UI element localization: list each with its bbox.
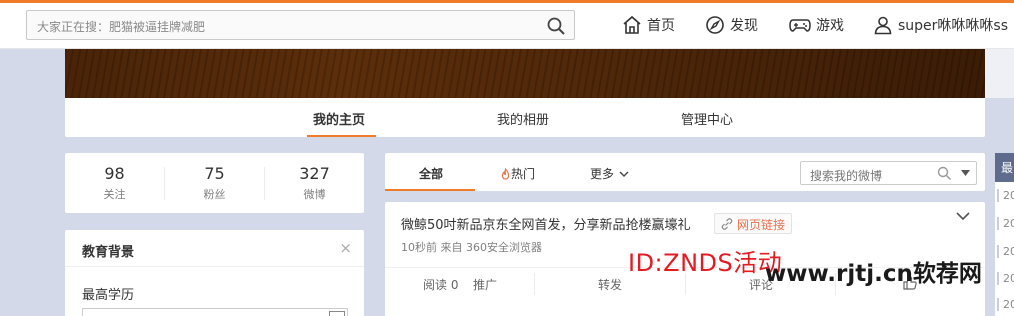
watermark-id: ID:ZNDS活动 bbox=[628, 249, 783, 277]
user-icon bbox=[874, 16, 892, 35]
feed-search-input[interactable]: 搜索我的微博 bbox=[800, 161, 977, 185]
nav-home[interactable]: 首页 bbox=[622, 12, 675, 38]
education-title: 教育背景 bbox=[82, 245, 135, 260]
read-count: 阅读 0 bbox=[423, 278, 459, 292]
compass-icon bbox=[706, 16, 724, 34]
cover-right-gap bbox=[985, 49, 1014, 98]
nav-discover-label: 发现 bbox=[730, 18, 758, 34]
web-link-badge[interactable]: 网页链接 bbox=[714, 213, 793, 234]
nav-user[interactable]: super咻咻咻咻ss bbox=[873, 12, 1008, 38]
global-search-input[interactable]: 大家正在搜：肥猫被逼挂牌减肥 bbox=[26, 10, 575, 40]
feed-header: 全部 热门 更多 搜索我的微博 bbox=[385, 153, 985, 191]
profile-tabs: 我的主页 我的相册 管理中心 bbox=[65, 98, 985, 137]
feed-tab-more-label: 更多 bbox=[590, 167, 615, 181]
nav-discover[interactable]: 发现 bbox=[705, 12, 758, 38]
nav-games-label: 游戏 bbox=[816, 18, 844, 34]
stat-weibo[interactable]: 327 微博 bbox=[265, 164, 364, 202]
gamepad-icon bbox=[789, 19, 811, 32]
stat-following[interactable]: 98 关注 bbox=[65, 164, 164, 202]
stat-weibo-value: 327 bbox=[299, 164, 330, 183]
education-level-select[interactable] bbox=[82, 308, 348, 316]
tab-manage-center[interactable]: 管理中心 bbox=[681, 109, 733, 128]
close-icon[interactable]: × bbox=[339, 239, 352, 257]
chevron-down-icon bbox=[619, 171, 629, 177]
active-tab-indicator bbox=[307, 135, 376, 137]
watermark-site: www.rjtj.cn软荐网 bbox=[765, 261, 982, 287]
promote-button[interactable]: 推广 bbox=[473, 276, 497, 293]
stats-card: 98 关注 75 粉丝 327 微博 bbox=[65, 153, 364, 213]
action-divider bbox=[534, 273, 535, 295]
feed-tab-hot-label: 热门 bbox=[511, 167, 536, 181]
dropdown-button[interactable] bbox=[329, 311, 345, 316]
web-link-label: 网页链接 bbox=[737, 218, 786, 232]
sidebar-year-item[interactable]: 20 bbox=[997, 217, 1014, 230]
post-text: 微鲸50吋新品京东全网首发，分享新品抢楼赢壕礼 bbox=[401, 218, 691, 233]
top-header: 大家正在搜：肥猫被逼挂牌减肥 首页 发现 游戏 super咻咻咻咻ss bbox=[0, 0, 1014, 49]
stat-followers[interactable]: 75 粉丝 bbox=[165, 164, 264, 202]
feed-tab-all[interactable]: 全部 bbox=[419, 165, 443, 182]
forward-button[interactable]: 转发 bbox=[598, 276, 622, 293]
nav-user-label: super咻咻咻咻ss bbox=[898, 18, 1009, 34]
sidebar-year-item[interactable]: 20 bbox=[997, 189, 1014, 202]
feed-search-placeholder: 搜索我的微博 bbox=[810, 169, 883, 183]
stat-followers-value: 75 bbox=[204, 164, 225, 183]
stat-weibo-label: 微博 bbox=[303, 188, 326, 201]
sidebar-year-item[interactable]: 20 bbox=[997, 245, 1014, 258]
search-icon[interactable] bbox=[937, 166, 952, 181]
tab-my-album[interactable]: 我的相册 bbox=[497, 109, 549, 128]
sidebar-head: 最 bbox=[995, 153, 1014, 182]
sidebar-year-item[interactable]: 20 bbox=[997, 272, 1014, 285]
stat-following-label: 关注 bbox=[103, 188, 126, 201]
post-meta: 10秒前 来自 360安全浏览器 bbox=[401, 241, 542, 254]
feed-tab-more[interactable]: 更多 bbox=[590, 165, 631, 182]
link-icon bbox=[721, 218, 733, 230]
divider bbox=[65, 266, 364, 267]
sidebar-year-item[interactable]: 20 bbox=[997, 298, 1014, 311]
chevron-down-icon[interactable] bbox=[955, 210, 971, 222]
education-level-label: 最高学历 bbox=[82, 288, 135, 303]
nav-games[interactable]: 游戏 bbox=[789, 12, 844, 38]
flame-icon bbox=[501, 167, 510, 180]
stat-followers-label: 粉丝 bbox=[203, 188, 226, 201]
search-placeholder: 大家正在搜：肥猫被逼挂牌减肥 bbox=[37, 20, 206, 34]
tab-my-home[interactable]: 我的主页 bbox=[313, 109, 365, 128]
search-icon[interactable] bbox=[546, 16, 566, 36]
active-feed-tab-indicator bbox=[385, 189, 475, 191]
home-icon bbox=[623, 15, 641, 34]
education-card: 教育背景 × 最高学历 bbox=[65, 230, 364, 316]
caret-down-icon[interactable] bbox=[961, 170, 970, 176]
top-accent-line bbox=[0, 0, 1014, 3]
nav-home-label: 首页 bbox=[647, 18, 675, 34]
feed-tab-hot[interactable]: 热门 bbox=[500, 165, 535, 182]
stat-following-value: 98 bbox=[104, 164, 125, 183]
cover-image bbox=[65, 49, 985, 98]
